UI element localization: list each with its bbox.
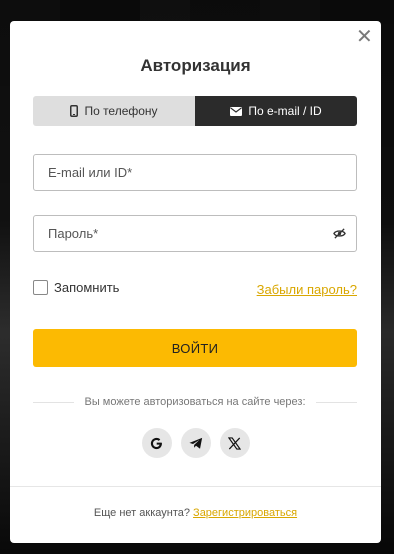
eye-icon[interactable]: [333, 227, 346, 240]
x-icon: [228, 436, 241, 450]
email-field-wrapper: [33, 154, 357, 191]
tab-phone-label: По телефону: [84, 104, 158, 118]
tab-email-label: По e-mail / ID: [248, 104, 322, 118]
modal-title: Авторизация: [140, 56, 251, 75]
register-footer: Еще нет аккаунта? Зарегистрироваться: [10, 507, 381, 519]
tab-phone[interactable]: По телефону: [33, 96, 195, 126]
no-account-text: Еще нет аккаунта?: [93, 507, 190, 519]
login-method-tabs: По телефону По e-mail / ID: [33, 96, 357, 126]
google-login-button[interactable]: [141, 428, 172, 458]
phone-icon: [70, 105, 79, 117]
login-modal: ✕ Авторизация По телефону По e-mail / ID: [10, 21, 381, 543]
x-login-button[interactable]: [219, 428, 250, 458]
password-field[interactable]: [34, 216, 328, 251]
forgot-password-link[interactable]: Забыли пароль?: [257, 282, 357, 297]
tab-email[interactable]: По e-mail / ID: [195, 96, 357, 126]
social-login-buttons: [10, 428, 381, 458]
email-field[interactable]: [34, 155, 328, 190]
envelope-icon: [230, 106, 243, 116]
password-field-wrapper: [33, 215, 357, 252]
social-prompt: Вы можете авторизоваться на сайте через:: [84, 396, 306, 408]
divider-line-right: [315, 401, 357, 403]
login-button[interactable]: ВОЙТИ: [33, 329, 357, 367]
remember-label: Запомнить: [54, 280, 120, 295]
telegram-icon: [188, 437, 202, 449]
social-divider: Вы можете авторизоваться на сайте через:: [33, 395, 357, 409]
remember-me[interactable]: Запомнить: [33, 280, 119, 295]
telegram-login-button[interactable]: [180, 428, 211, 458]
google-icon: [150, 437, 162, 449]
divider-line-left: [33, 401, 75, 403]
remember-checkbox[interactable]: [33, 280, 48, 295]
footer-divider: [10, 486, 381, 487]
close-icon[interactable]: ✕: [356, 27, 373, 47]
register-link[interactable]: Зарегистрироваться: [193, 507, 297, 519]
